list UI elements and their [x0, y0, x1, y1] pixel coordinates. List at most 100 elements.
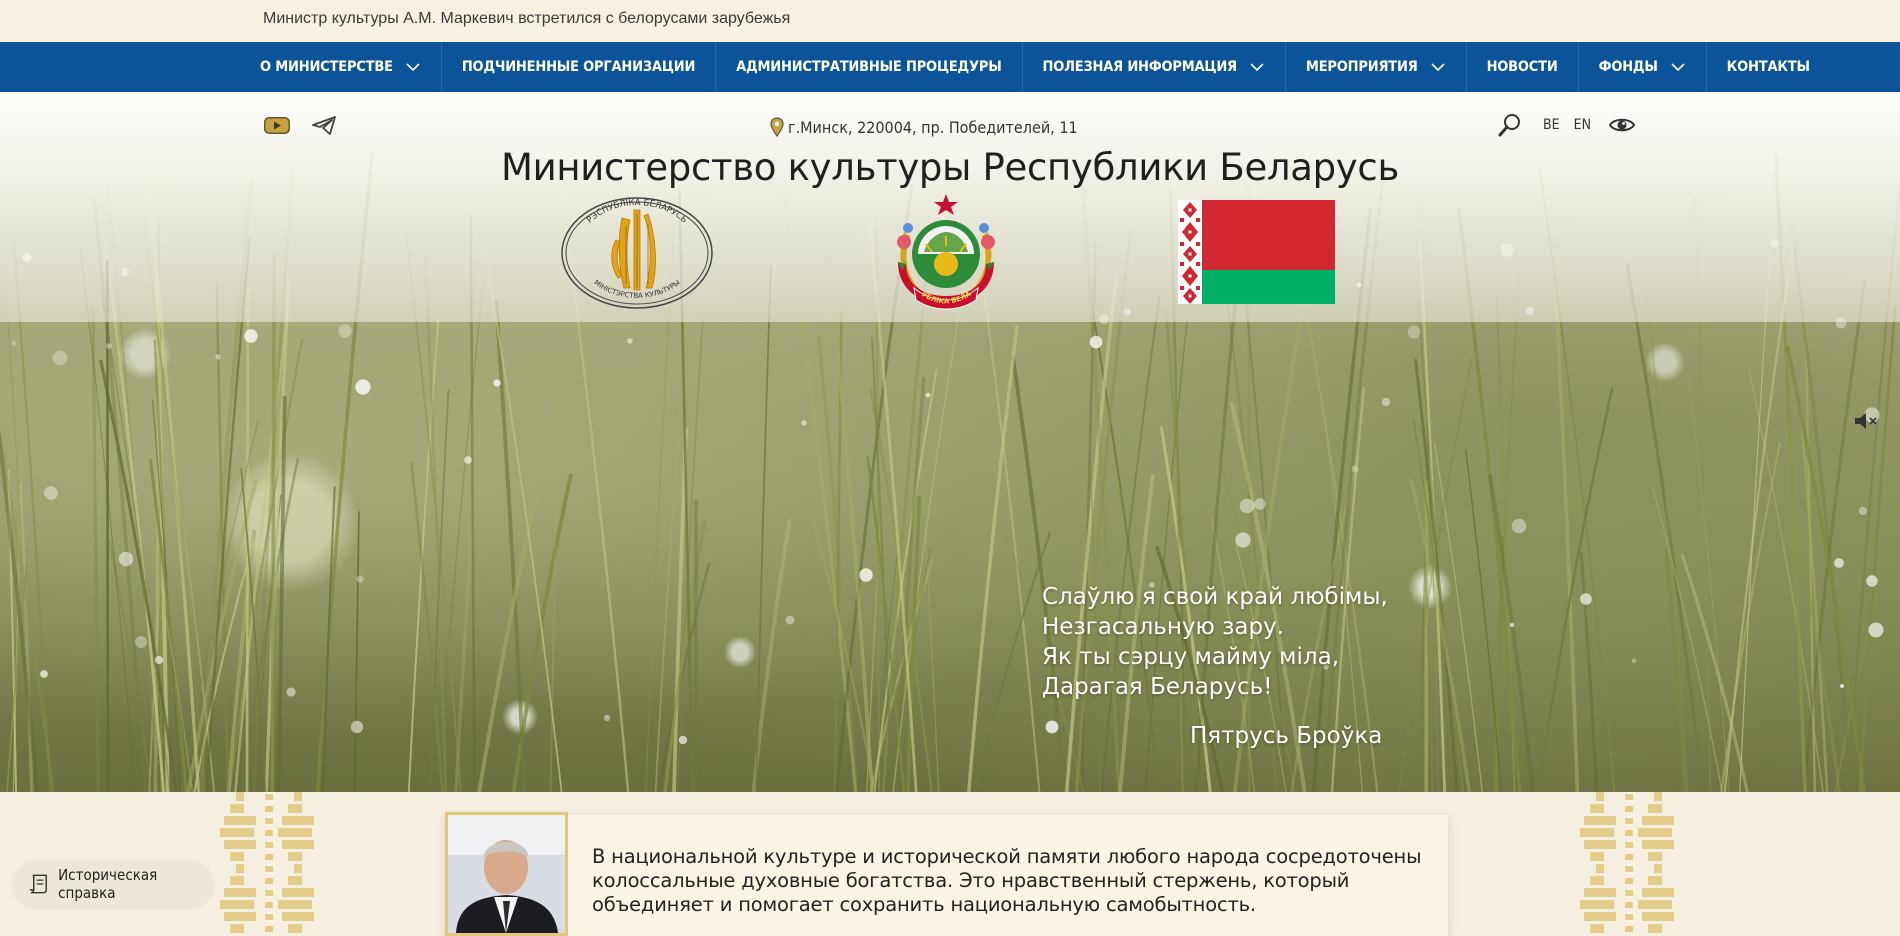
dew-drop [355, 379, 371, 395]
ornament-cell [1580, 828, 1614, 837]
chevron-down-icon[interactable] [405, 59, 421, 75]
ornament-cell [230, 852, 244, 861]
minister-photo [448, 815, 565, 933]
ornament-cell [1638, 900, 1672, 909]
telegram-icon[interactable] [310, 114, 338, 136]
grass-blade [1232, 245, 1315, 792]
dew-drop [627, 338, 633, 344]
ornament-cell [265, 890, 273, 896]
dew-drop [464, 456, 472, 464]
dew-drop [338, 324, 352, 338]
ornament-cell [265, 842, 273, 848]
ornament-cell [1625, 914, 1633, 920]
dew-drop [1834, 558, 1844, 568]
ornament-cell [224, 912, 256, 921]
lang-be[interactable]: BE [1543, 117, 1560, 133]
map-pin-icon [770, 117, 784, 137]
ornament-cell [1642, 816, 1674, 825]
nav-item[interactable]: ПОЛЕЗНАЯ ИНФОРМАЦИЯ [1023, 42, 1286, 92]
nav-item[interactable]: ПОДЧИНЕННЫЕ ОРГАНИЗАЦИИ [442, 42, 717, 92]
minister-portrait[interactable] [445, 812, 568, 936]
dew-drop [785, 615, 795, 625]
right-ornament [1580, 792, 1674, 933]
ornament-cell [220, 828, 254, 837]
accessibility-eye-icon[interactable] [1609, 115, 1635, 135]
speaker-muted-icon[interactable] [1852, 410, 1880, 432]
ornament-cell [288, 924, 302, 933]
dew-drop [1858, 506, 1868, 516]
ornament-cell [288, 876, 302, 885]
nav-item-label: ПОЛЕЗНАЯ ИНФОРМАЦИЯ [1042, 59, 1238, 75]
ornament-cell [265, 818, 273, 824]
ornament-cell [1596, 864, 1604, 873]
dew-drop [493, 379, 501, 387]
ornament-cell [282, 912, 314, 921]
national-flag[interactable] [1178, 200, 1335, 304]
ornament-cell [1584, 816, 1616, 825]
ornament-cell [1625, 818, 1633, 824]
dew-drop [11, 340, 17, 346]
chevron-down-icon[interactable] [1670, 59, 1686, 75]
youtube-icon[interactable] [263, 114, 291, 136]
nav-item[interactable]: АДМИНИСТРАТИВНЫЕ ПРОЦЕДУРЫ [716, 42, 1023, 92]
ornament-cell [1625, 854, 1633, 860]
ornament-cell [265, 926, 273, 932]
ornament-cell [1625, 806, 1633, 812]
coat-of-arms[interactable]: РЭСПУБЛІКА БЕЛАРУСЬ [884, 192, 1008, 314]
dew-drop [1509, 622, 1515, 628]
ornament-cell [294, 792, 302, 801]
ornament-cell [1642, 888, 1674, 897]
site-title: Министерство культуры Республики Беларус… [501, 146, 1399, 189]
ornament-cell [282, 888, 314, 897]
ornament-cell [230, 876, 244, 885]
ornament-cell [230, 924, 244, 933]
dew-drop [356, 575, 364, 583]
ornament-cell [1596, 792, 1604, 801]
ornament-cell [278, 900, 312, 909]
nav-item-label: КОНТАКТЫ [1726, 59, 1810, 75]
ornament-cell [220, 900, 254, 909]
dew-drop [1351, 465, 1359, 473]
chevron-down-icon[interactable] [1430, 59, 1446, 75]
dew-drop [215, 354, 221, 360]
dew-drop [286, 687, 296, 697]
grass-blade [12, 241, 52, 792]
grass-blade [1625, 262, 1705, 792]
grass-blade [264, 276, 291, 792]
ornament-cell [1590, 924, 1604, 933]
ornament-cell [294, 864, 302, 873]
ornament-cell [1584, 888, 1616, 897]
dew-drop [106, 343, 112, 349]
nav-list: О МИНИСТЕРСТВЕ ПОДЧИНЕННЫЕ ОРГАНИЗАЦИИ АДМ… [240, 42, 1830, 92]
ticker-link[interactable]: Министр культуры А.М. Маркевич встретилс… [263, 10, 790, 28]
grass-blade [1747, 367, 1824, 792]
ornament-cell [236, 864, 244, 873]
ornament-cell [1625, 890, 1633, 896]
chevron-down-icon[interactable] [1249, 59, 1265, 75]
dew-drop [859, 568, 873, 582]
news-ticker: Министр культуры А.М. Маркевич встретилс… [0, 0, 1900, 42]
nav-item[interactable]: МЕРОПРИЯТИЯ [1286, 42, 1467, 92]
address: г.Минск, 220004, пр. Победителей, 11 [770, 117, 1078, 137]
ornament-cell [1580, 900, 1614, 909]
nav-item[interactable]: ФОНДЫ [1579, 42, 1707, 92]
nav-item[interactable]: КОНТАКТЫ [1707, 42, 1830, 92]
ornament-cell [1625, 926, 1633, 932]
nav-item-label: ФОНДЫ [1598, 59, 1658, 75]
dew-drop [1868, 622, 1884, 638]
ornament-cell [1584, 840, 1616, 849]
ornament-cell [282, 816, 314, 825]
nav-item[interactable]: О МИНИСТЕРСТВЕ [240, 42, 442, 92]
nav-item-label: НОВОСТИ [1486, 59, 1558, 75]
ornament-cell [1648, 876, 1662, 885]
grass-blade [494, 299, 527, 792]
nav-item[interactable]: НОВОСТИ [1467, 42, 1579, 92]
history-reference-button[interactable]: Историческая справка [13, 861, 213, 907]
ministry-emblem[interactable]: РЭСПУБЛІКА БЕЛАРУСЬ МІНІСТЭРСТВА КУЛЬТУР… [560, 196, 714, 310]
lang-en[interactable]: EN [1574, 117, 1591, 133]
main-nav: О МИНИСТЕРСТВЕ ПОДЧИНЕННЫЕ ОРГАНИЗАЦИИ АДМ… [0, 42, 1900, 92]
search-icon[interactable] [1497, 112, 1523, 138]
ornament-cell [1654, 864, 1662, 873]
ornament-cell [265, 902, 273, 908]
scroll-icon [29, 874, 47, 894]
